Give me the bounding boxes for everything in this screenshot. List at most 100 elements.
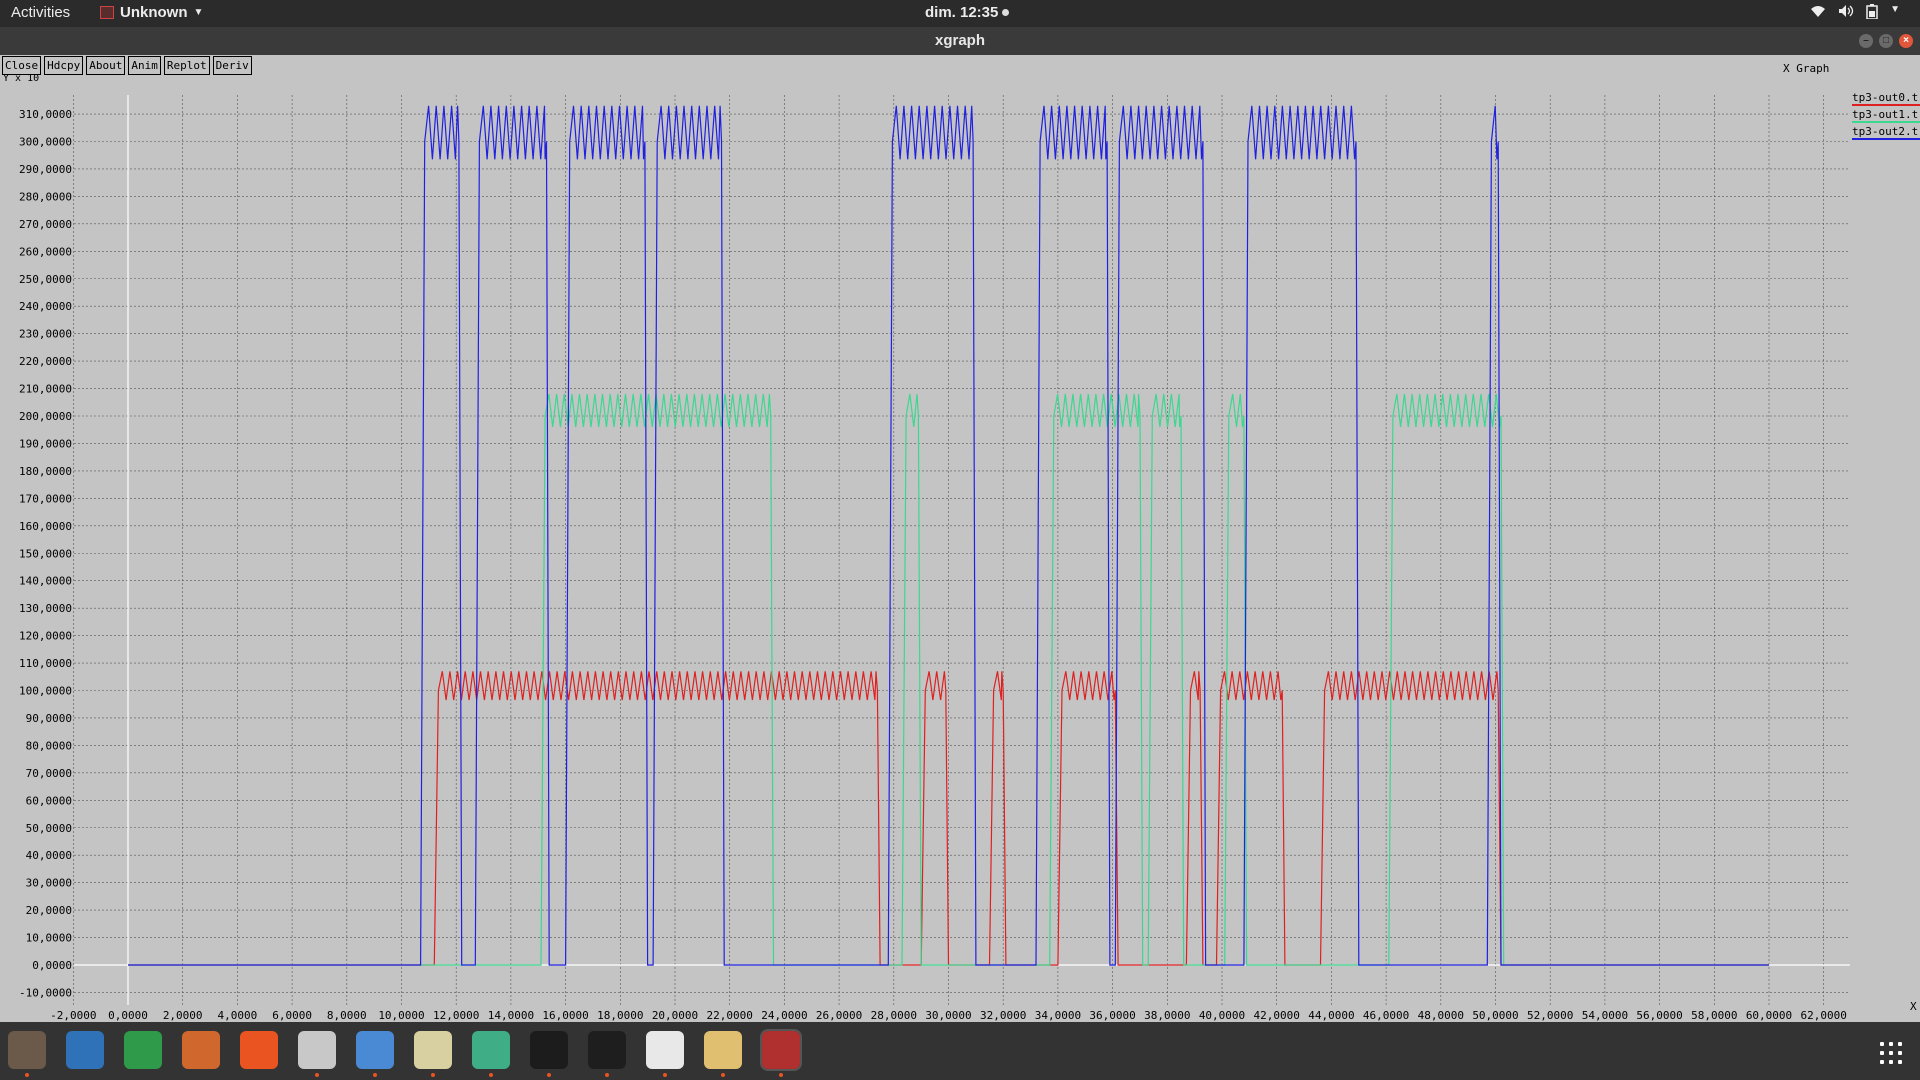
grid-dot: [1898, 1042, 1902, 1046]
x-tick-label: 38,0000: [1144, 1009, 1190, 1022]
y-tick-label: 190,0000: [19, 437, 72, 450]
x-tick-label: 22,0000: [707, 1009, 753, 1022]
maximize-icon[interactable]: □: [1879, 34, 1893, 48]
grid-dot: [1889, 1060, 1893, 1064]
y-tick-label: 230,0000: [19, 328, 72, 341]
x-tick-label: 40,0000: [1199, 1009, 1245, 1022]
running-indicator: [605, 1073, 609, 1077]
y-tick-label: 10,0000: [26, 932, 72, 945]
impress-icon[interactable]: [182, 1031, 220, 1069]
x-tick-label: 32,0000: [980, 1009, 1026, 1022]
x-tick-label: 34,0000: [1035, 1009, 1081, 1022]
y-tick-label: 90,0000: [26, 712, 72, 725]
window-titlebar[interactable]: xgraph – □ ×: [0, 27, 1920, 55]
y-tick-label: 220,0000: [19, 355, 72, 368]
x-tick-label: 46,0000: [1363, 1009, 1409, 1022]
close-icon[interactable]: ×: [1899, 34, 1913, 48]
y-tick-label: 60,0000: [26, 794, 72, 807]
grid-dot: [1898, 1051, 1902, 1055]
x-tick-label: 56,0000: [1636, 1009, 1682, 1022]
terminal-icon[interactable]: [588, 1031, 626, 1077]
clock-label: dim. 12:35: [925, 4, 999, 21]
grid-dot: [1880, 1060, 1884, 1064]
x-tick-label: 28,0000: [871, 1009, 917, 1022]
gitkraken-icon[interactable]: [530, 1031, 568, 1077]
app-icon: [100, 6, 114, 19]
dock: [0, 1022, 1920, 1080]
system-tray[interactable]: ▼: [1810, 4, 1900, 22]
y-tick-label: 80,0000: [26, 739, 72, 752]
y-tick-label: 210,0000: [19, 383, 72, 396]
running-indicator: [315, 1073, 319, 1077]
grid-dot: [1880, 1042, 1884, 1046]
y-tick-label: 270,0000: [19, 218, 72, 231]
legend-label: tp3-out1.tr: [1852, 108, 1920, 121]
legend-label: tp3-out2.tr: [1852, 125, 1920, 138]
y-tick-label: 260,0000: [19, 245, 72, 258]
y-tick-label: 250,0000: [19, 273, 72, 286]
grid-dot: [1880, 1051, 1884, 1055]
x-tick-label: 60,0000: [1746, 1009, 1792, 1022]
running-indicator: [373, 1073, 377, 1077]
atom-icon[interactable]: [472, 1031, 510, 1077]
y-tick-label: 200,0000: [19, 410, 72, 423]
grid-dot: [1898, 1060, 1902, 1064]
x-tick-label: 14,0000: [488, 1009, 534, 1022]
chromium-icon[interactable]: [356, 1031, 394, 1077]
x-tick-label: 36,0000: [1089, 1009, 1135, 1022]
files-icon[interactable]: [8, 1031, 46, 1077]
y-tick-label: 100,0000: [19, 685, 72, 698]
activities-button[interactable]: Activities: [11, 4, 70, 21]
image-viewer-icon[interactable]: [414, 1031, 452, 1077]
writer-icon[interactable]: [66, 1031, 104, 1069]
grid-dot: [1889, 1051, 1893, 1055]
calc-icon[interactable]: [124, 1031, 162, 1069]
x-tick-label: 50,0000: [1472, 1009, 1518, 1022]
software-center-icon[interactable]: [240, 1031, 278, 1069]
app-menu-label: Unknown: [120, 4, 188, 21]
x-tick-label: 6,0000: [272, 1009, 312, 1022]
text-editor-icon[interactable]: [704, 1031, 742, 1077]
y-tick-label: 130,0000: [19, 602, 72, 615]
y-tick-label: 170,0000: [19, 492, 72, 505]
x-tick-label: 24,0000: [761, 1009, 807, 1022]
x-tick-label: 20,0000: [652, 1009, 698, 1022]
y-tick-label: 40,0000: [26, 849, 72, 862]
show-applications-icon[interactable]: [1878, 1040, 1904, 1066]
minimize-icon[interactable]: –: [1859, 34, 1873, 48]
x-tick-label: 10,0000: [378, 1009, 424, 1022]
y-tick-label: 0,0000: [32, 959, 72, 972]
x-tick-label: 4,0000: [218, 1009, 258, 1022]
text-file-icon[interactable]: [646, 1031, 684, 1077]
y-tick-label: 140,0000: [19, 575, 72, 588]
x-tick-label: -2,0000: [50, 1009, 96, 1022]
battery-icon: [1866, 4, 1878, 22]
y-tick-label: -10,0000: [19, 986, 72, 999]
running-indicator: [663, 1073, 667, 1077]
running-indicator: [25, 1073, 29, 1077]
xgraph-app-icon[interactable]: [760, 1029, 802, 1077]
clock[interactable]: dim. 12:35: [925, 4, 1010, 21]
y-tick-label: 160,0000: [19, 520, 72, 533]
legend-label: tp3-out0.tr: [1852, 91, 1920, 104]
x-tick-label: 62,0000: [1801, 1009, 1847, 1022]
app-menu[interactable]: Unknown ▼: [100, 4, 203, 21]
graph-plot-area[interactable]: -2,0000 0,0000 2,0000 4,0000 6,0000 8,0000 10,…: [0, 55, 1920, 1022]
settings-icon[interactable]: [298, 1031, 336, 1077]
y-tick-label: 110,0000: [19, 657, 72, 670]
x-tick-label: 42,0000: [1254, 1009, 1300, 1022]
x-tick-label: 0,0000: [108, 1009, 148, 1022]
running-indicator: [779, 1073, 783, 1077]
grid-dot: [1889, 1042, 1893, 1046]
y-tick-label: 180,0000: [19, 465, 72, 478]
y-tick-label: 30,0000: [26, 877, 72, 890]
volume-icon: [1838, 4, 1854, 22]
x-tick-label: 16,0000: [542, 1009, 588, 1022]
y-tick-label: 20,0000: [26, 904, 72, 917]
y-tick-label: 280,0000: [19, 190, 72, 203]
wifi-icon: [1810, 4, 1826, 22]
chevron-down-icon: ▼: [193, 7, 204, 18]
running-indicator: [431, 1073, 435, 1077]
x-tick-label: 18,0000: [597, 1009, 643, 1022]
x-tick-label: 58,0000: [1691, 1009, 1737, 1022]
